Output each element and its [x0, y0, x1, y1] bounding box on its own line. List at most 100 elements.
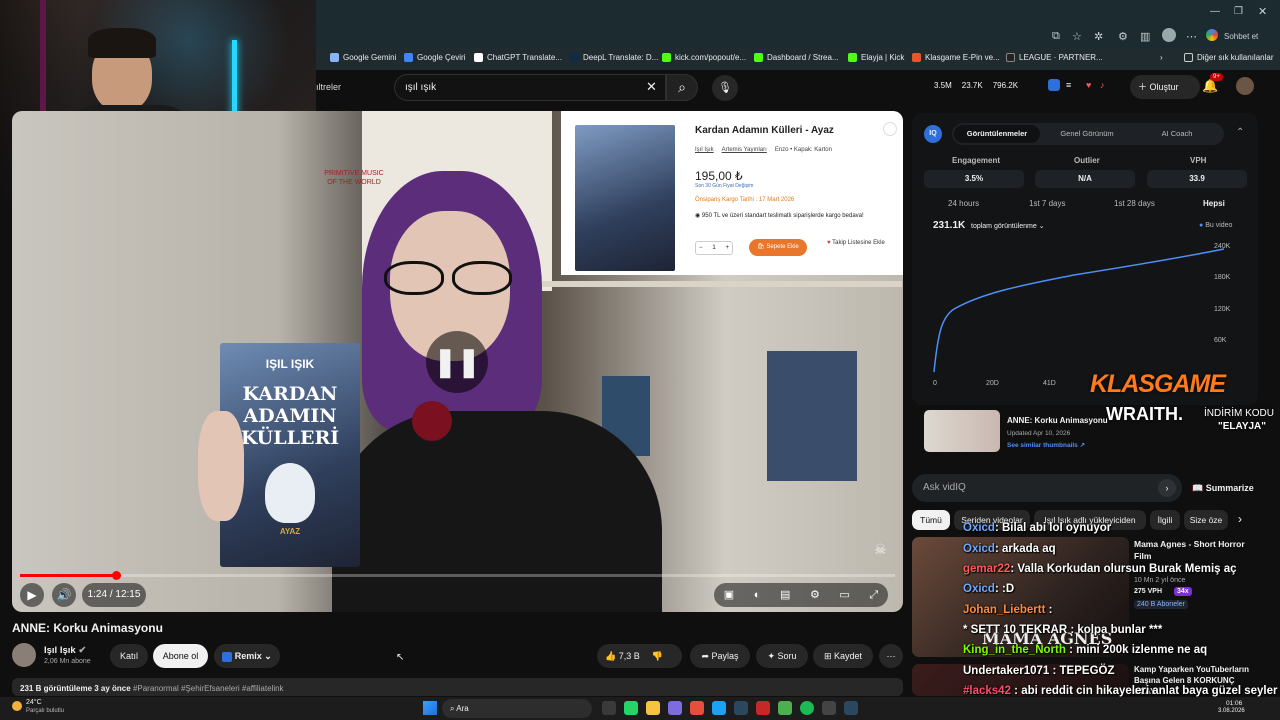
list-icon[interactable]: ≡ — [1066, 80, 1071, 90]
voice-search-button[interactable]: 🎙 — [712, 75, 738, 101]
app-icon[interactable] — [756, 701, 770, 715]
remix-button[interactable]: Remix ⌄ — [214, 644, 280, 668]
clock-time[interactable]: 01:06 — [1226, 700, 1242, 707]
volume-icon[interactable]: 🔊 — [52, 583, 76, 607]
weather-temp[interactable]: 24°C — [26, 699, 42, 706]
play-button[interactable]: ▶ — [20, 583, 44, 607]
filters-label[interactable]: ıltreler — [316, 82, 341, 92]
tab-views[interactable]: Görüntülenmeler — [954, 125, 1040, 143]
channel-avatar[interactable] — [12, 643, 36, 667]
subscribe-button[interactable]: Abone ol — [153, 644, 208, 668]
autoplay-icon[interactable]: ◐ — [754, 583, 761, 607]
edge-icon[interactable] — [712, 701, 726, 715]
like-icon[interactable]: 👍 — [605, 651, 619, 661]
close-icon[interactable]: ✕ — [1258, 5, 1267, 18]
app-icon[interactable] — [690, 701, 704, 715]
settings-icon[interactable]: ⚙ — [1118, 30, 1128, 43]
bookmark-item[interactable]: Dashboard / Strea... — [754, 53, 839, 62]
favorite-icon[interactable] — [883, 122, 897, 136]
publisher-link[interactable]: Artemis Yayınları — [722, 147, 767, 153]
bookmark-item[interactable]: Elayja | Kick — [848, 53, 904, 62]
bookmark-item[interactable]: ChatGPT Translate... — [474, 53, 562, 62]
app-icon[interactable] — [822, 701, 836, 715]
ask-send-icon[interactable]: › — [1158, 479, 1176, 497]
file-explorer-icon[interactable] — [646, 701, 660, 715]
rec-title[interactable]: Mama Agnes - Short Horror Film — [1134, 538, 1258, 562]
chip-for-you[interactable]: Size öze — [1184, 510, 1228, 530]
vidiq-icon[interactable] — [1048, 79, 1060, 91]
chip-all[interactable]: Tümü — [912, 510, 950, 530]
join-button[interactable]: Katıl — [110, 644, 148, 668]
menu-dots-icon[interactable]: ⋯ — [1186, 30, 1197, 43]
task-view-icon[interactable] — [602, 701, 616, 715]
steam-icon[interactable] — [734, 701, 748, 715]
fullscreen-icon[interactable]: ⤢ — [869, 583, 878, 607]
tab-ai-coach[interactable]: AI Coach — [1134, 125, 1220, 143]
search-button[interactable]: ⌕ — [666, 74, 698, 101]
profile-avatar[interactable] — [1162, 28, 1176, 42]
follow-button[interactable]: ♥ Takip Listesine Ekle — [827, 240, 885, 246]
summarize-button[interactable]: 📖 Summarize — [1192, 483, 1254, 494]
progress-knob[interactable] — [112, 571, 122, 580]
hashtags[interactable]: #Paranormal #ŞehirEfsaneleri #affiliatel… — [133, 684, 284, 693]
extension-icon[interactable]: ✲ — [1094, 30, 1103, 43]
app-icon[interactable] — [778, 701, 792, 715]
video-player[interactable]: PRIMITIVE MUSIC OF THE WORLD IŞIL IŞIK K… — [12, 111, 903, 612]
total-views-dropdown[interactable]: toplam görüntülenme ⌄ — [971, 222, 1045, 230]
quantity-stepper[interactable]: −1 + — [695, 241, 733, 255]
more-options-icon[interactable]: ⋯ — [879, 644, 903, 668]
translate-icon[interactable]: ⧉ — [1052, 30, 1060, 43]
heart-icon[interactable]: ♥ — [1086, 80, 1091, 90]
maximize-icon[interactable]: ❐ — [1234, 6, 1243, 17]
bookmark-item[interactable]: Google Çeviri — [404, 53, 465, 62]
pause-overlay-icon[interactable]: ❚❚ — [426, 331, 488, 393]
windows-start-icon[interactable] — [423, 701, 437, 715]
copilot-icon[interactable] — [1206, 29, 1218, 41]
taskbar-search[interactable]: ⌕ Ara — [442, 699, 592, 718]
chat-button[interactable]: Sohbet et — [1224, 32, 1258, 41]
bookmark-item[interactable]: kick.com/popout/e... — [662, 53, 746, 62]
spotify-icon[interactable] — [800, 701, 814, 715]
vidiq-player-icon[interactable]: ▣ — [724, 583, 734, 607]
share-button[interactable]: ➦ Paylaş — [690, 644, 750, 668]
bookmark-item[interactable]: Klasgame E-Pin ve... — [912, 53, 1000, 62]
subtitles-icon[interactable]: ▤ — [780, 583, 790, 607]
plus-icon[interactable]: + — [725, 242, 729, 254]
bookmark-star-icon[interactable]: ☆ — [1072, 30, 1082, 43]
chevron-right-icon[interactable]: › — [1160, 53, 1163, 62]
range-24h[interactable]: 24 hours — [948, 199, 979, 208]
dislike-icon[interactable]: 👎 — [652, 651, 663, 661]
teams-icon[interactable] — [668, 701, 682, 715]
chevron-right-icon[interactable]: › — [1238, 512, 1242, 526]
whatsapp-icon[interactable] — [624, 701, 638, 715]
steam-icon[interactable] — [844, 701, 858, 715]
range-28d[interactable]: 1st 28 days — [1114, 199, 1155, 208]
settings-icon[interactable]: ⚙ — [810, 583, 820, 607]
split-icon[interactable]: ▥ — [1140, 30, 1150, 43]
minimize-icon[interactable]: — — [1210, 6, 1220, 17]
clear-search-icon[interactable]: ✕ — [646, 79, 657, 95]
ask-vidiq-input[interactable]: Ask vidIQ — [912, 474, 1182, 502]
bookmark-item[interactable]: LEAGUE · PARTNER... — [1006, 53, 1103, 62]
thumbnail-preview[interactable] — [924, 410, 1000, 452]
progress-bar[interactable] — [20, 574, 895, 577]
tab-overview[interactable]: Genel Görünüm — [1044, 125, 1130, 143]
save-button[interactable]: ⊞ Kaydet — [813, 644, 873, 668]
bookmark-item[interactable]: Google Gemini — [330, 53, 396, 62]
theater-icon[interactable]: ▭ — [839, 583, 849, 607]
range-all[interactable]: Hepsi — [1203, 199, 1225, 208]
price-note[interactable]: Son 30 Gün Fiyat Değişim — [695, 183, 753, 189]
create-button[interactable]: ＋ Oluştur — [1130, 75, 1200, 99]
minus-icon[interactable]: − — [699, 242, 703, 254]
avatar[interactable] — [1236, 77, 1254, 95]
bookmark-folder[interactable]: Diğer sık kullanılanlar — [1184, 53, 1273, 62]
collapse-icon[interactable]: ⌃ — [1236, 127, 1244, 138]
ask-button[interactable]: ✦ Soru — [756, 644, 808, 668]
author-link[interactable]: Işıl Işık — [695, 147, 714, 153]
add-to-cart-button[interactable]: 🛍 Sepete Ekle — [749, 239, 807, 256]
range-7d[interactable]: 1st 7 days — [1029, 199, 1065, 208]
similar-thumbnails-link[interactable]: See similar thumbnails ↗ — [1007, 441, 1085, 449]
bell-alt-icon[interactable]: ♪ — [1100, 80, 1105, 90]
bookmark-item[interactable]: DeepL Translate: D... — [570, 53, 658, 62]
chip-related[interactable]: İlgili — [1150, 510, 1180, 530]
